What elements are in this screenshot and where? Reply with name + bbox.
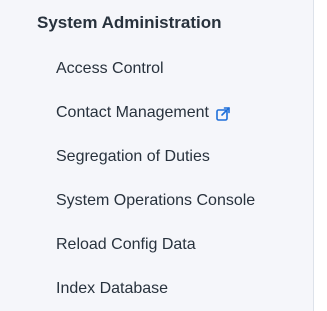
sidebar-item-label: System Operations Console	[56, 192, 256, 209]
sidebar-item-index-database[interactable]: Index Database	[56, 274, 255, 304]
section-title-system-administration: System Administration	[37, 13, 222, 32]
sidebar-item-system-operations-console[interactable]: System Operations Console	[56, 186, 255, 216]
sidebar-item-label: Contact Management	[56, 104, 209, 121]
sidebar-panel: System Administration Access Control Con…	[0, 0, 314, 311]
sidebar-item-label: Segregation of Duties	[56, 148, 210, 165]
sidebar-item-label: Index Database	[56, 280, 169, 297]
sidebar-item-label: Reload Config Data	[56, 236, 196, 253]
external-link-icon	[215, 104, 233, 122]
sidebar-item-reload-config-data[interactable]: Reload Config Data	[56, 230, 255, 260]
sidebar-item-contact-management[interactable]: Contact Management	[56, 98, 255, 128]
sidebar-nav-list: Access Control Contact Management Segreg…	[56, 54, 255, 304]
sidebar-item-access-control[interactable]: Access Control	[56, 54, 255, 84]
sidebar-item-segregation-of-duties[interactable]: Segregation of Duties	[56, 142, 255, 172]
sidebar-item-label: Access Control	[56, 60, 164, 77]
